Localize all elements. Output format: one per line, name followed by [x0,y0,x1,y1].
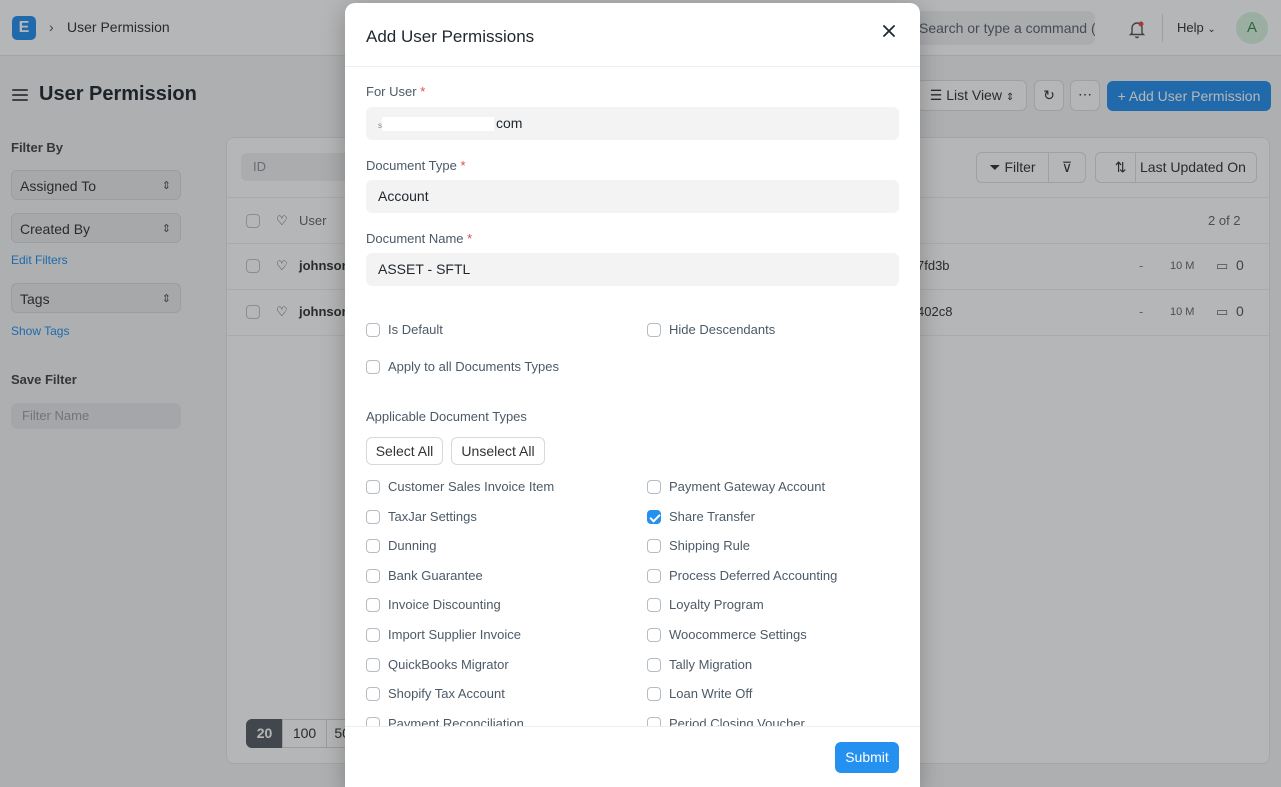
doc-type-label: Loyalty Program [669,597,764,613]
checkbox-box[interactable] [647,598,661,613]
is-default-label: Is Default [388,322,443,337]
document-type-label: Document Type * [366,158,466,173]
required-mark: * [460,158,466,173]
checkbox-box[interactable] [366,539,380,554]
required-mark: * [467,231,473,246]
redacted-block [382,117,494,132]
doc-type-label: TaxJar Settings [388,508,477,524]
checkbox-box[interactable] [647,480,661,494]
checkbox-box[interactable] [647,628,661,642]
checkbox-box[interactable] [366,687,380,702]
checkbox-box[interactable] [366,509,380,524]
doc-type-label: Shipping Rule [669,538,750,554]
doc-type-label: Bank Guarantee [388,567,483,583]
unselect-all-button[interactable]: Unselect All [451,437,545,465]
select-all-button[interactable]: Select All [366,437,443,465]
doc-type-label: Shopify Tax Account [388,686,505,702]
doc-type-label: Dunning [388,538,437,554]
document-name-label-text: Document Name [366,231,464,246]
checkbox-box[interactable] [647,687,661,702]
document-name-label: Document Name * [366,231,472,246]
doc-type-label: Import Supplier Invoice [388,627,521,642]
checkbox-box[interactable] [366,628,380,642]
required-mark: * [420,84,426,99]
document-type-label-text: Document Type [366,158,457,173]
checkbox-box[interactable] [366,657,380,672]
checkbox-box[interactable] [366,568,380,583]
doc-type-label: Invoice Discounting [388,597,501,613]
submit-button[interactable]: Submit [835,742,899,773]
checkbox-box[interactable] [366,598,380,613]
checkbox-checked[interactable] [647,509,661,524]
apply-all-label: Apply to all Documents Types [388,359,560,374]
for-user-input[interactable]: s com [366,107,899,140]
doc-type-label: Share Transfer [669,508,755,524]
dialog-footer: Submit [345,726,920,787]
checkbox-box[interactable] [647,568,661,583]
document-type-input[interactable]: Account [366,180,899,213]
for-user-label: For User * [366,84,425,99]
doc-type-label: QuickBooks Migrator [388,656,509,672]
doc-type-label: Woocommerce Settings [669,627,807,642]
checkbox-box[interactable] [366,480,380,494]
add-user-permissions-dialog: Add User Permissions For User * s com Doc… [345,3,920,787]
for-user-label-text: For User [366,84,417,99]
for-user-value-end: com [496,115,523,131]
checkbox-box[interactable] [647,539,661,554]
checkbox-box[interactable] [366,323,380,337]
doc-type-label: Process Deferred Accounting [669,567,838,583]
hide-descendants-label: Hide Descendants [669,322,776,337]
checkbox-box[interactable] [647,657,661,672]
checkbox-box[interactable] [366,360,380,374]
dialog-title: Add User Permissions [366,27,535,46]
applicable-doc-types-label: Applicable Document Types [366,409,527,424]
checkbox-box[interactable] [647,323,661,337]
doc-type-label: Payment Gateway Account [669,479,826,494]
document-name-input[interactable]: ASSET - SFTL [366,253,899,286]
close-icon[interactable] [881,23,897,39]
header-divider [345,66,920,67]
doc-type-label: Tally Migration [669,656,753,672]
doc-type-label: Customer Sales Invoice Item [388,479,555,494]
doc-type-label: Loan Write Off [669,686,753,702]
